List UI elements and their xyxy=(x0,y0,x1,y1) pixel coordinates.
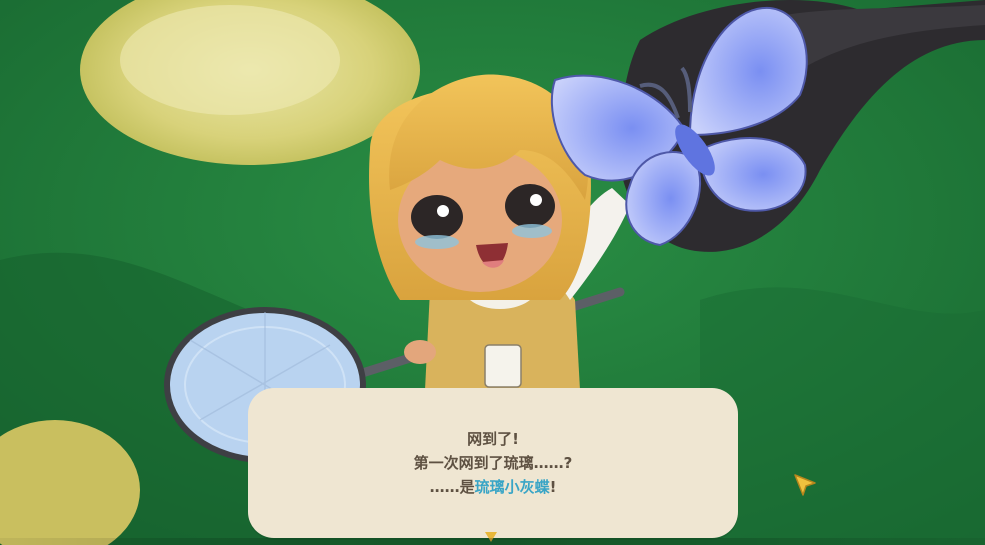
arrow-pointer-icon xyxy=(794,474,816,496)
dialog-line-3: ……是琉璃小灰蝶! xyxy=(430,475,557,499)
grass-shade-right xyxy=(700,287,985,545)
dialog-line-3-suffix: ! xyxy=(549,478,557,496)
dialog-line-2: 第一次网到了琉璃……? xyxy=(413,454,573,472)
dialog-line-1: 网到了! xyxy=(467,430,519,448)
flower-bush-top-inner xyxy=(120,5,340,115)
butterfly-name-highlight: 琉璃小灰蝶 xyxy=(474,478,550,496)
bottom-hint-bar xyxy=(0,538,985,545)
dialog-box[interactable]: 网到了! 第一次网到了琉璃……? ……是琉璃小灰蝶! xyxy=(248,388,738,538)
dialog-line-3-prefix: ……是 xyxy=(429,478,475,496)
